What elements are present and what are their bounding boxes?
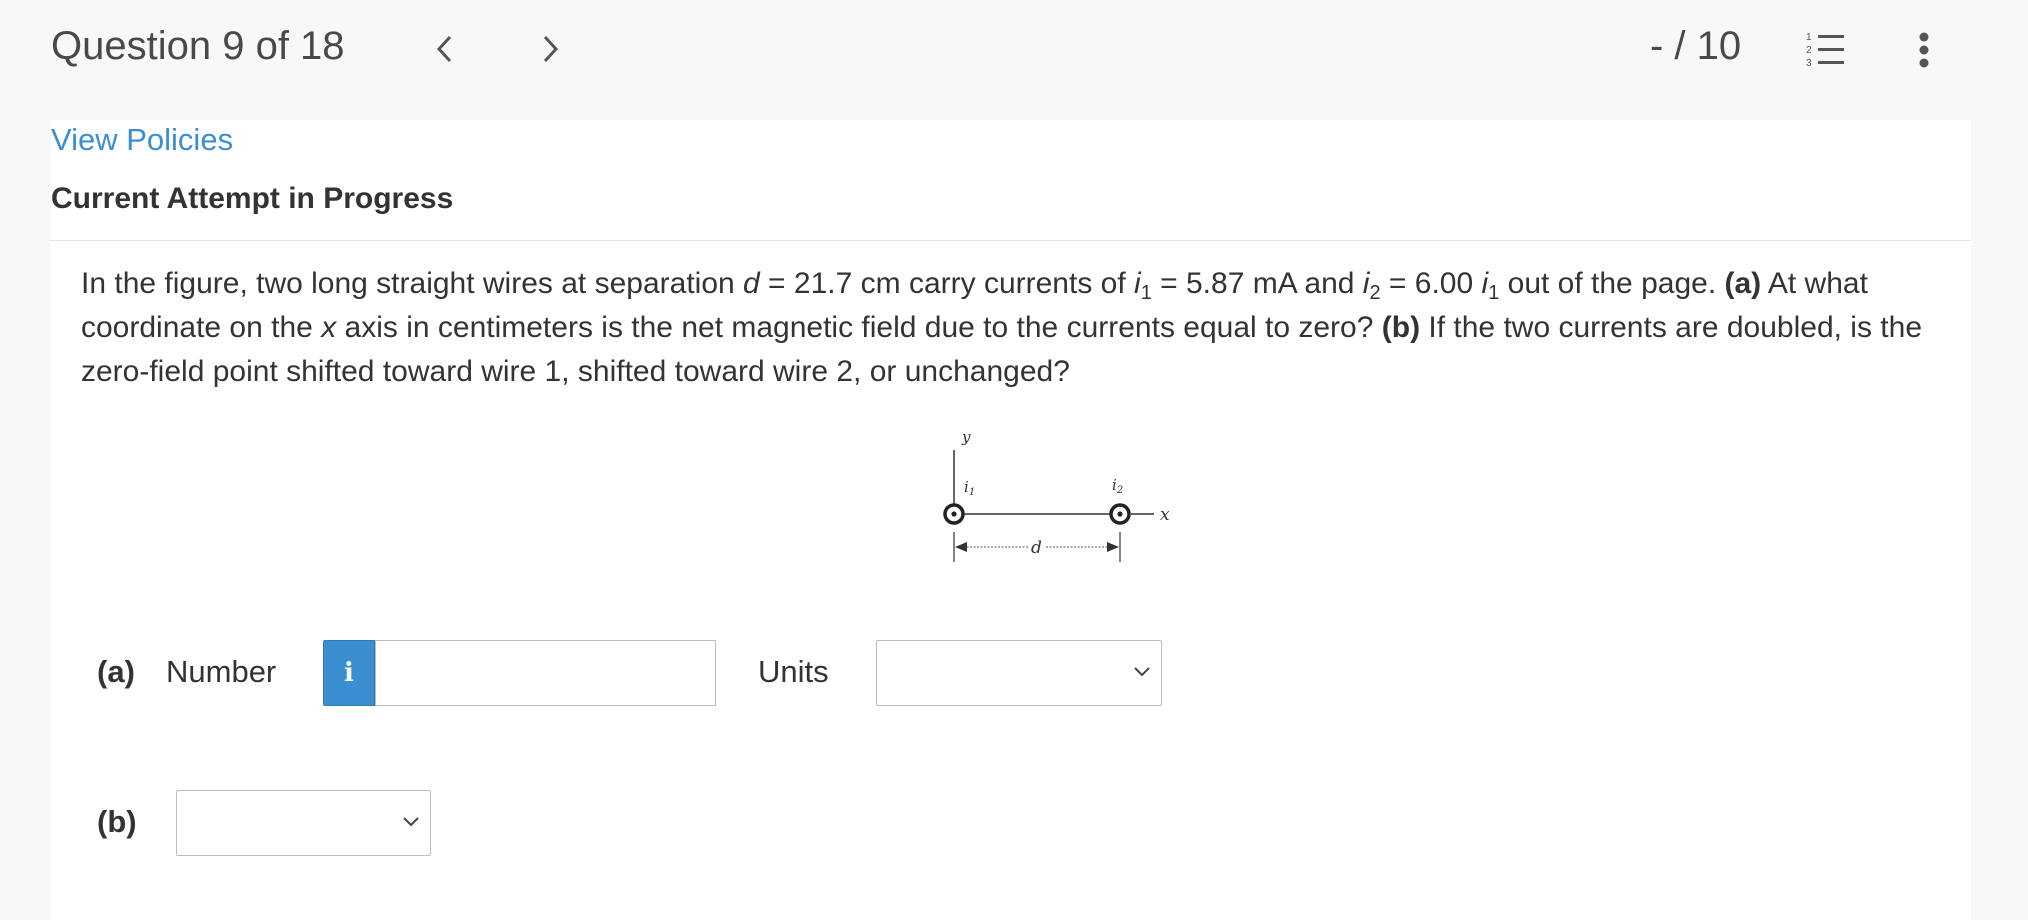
previous-question-button[interactable] [425,26,465,72]
chevron-down-icon [403,817,419,827]
number-label: Number [166,654,277,689]
units-select[interactable] [876,640,1162,706]
chevron-down-icon [1134,667,1150,677]
figure-x-label: x [1160,505,1170,525]
chevron-left-icon [436,35,452,63]
chevron-right-icon [543,35,559,63]
numbered-list-icon: 1 2 3 [1806,32,1844,69]
question-text: In the figure, two long straight wires a… [81,267,1923,388]
question-panel: View Policies Current Attempt in Progres… [51,120,1971,920]
question-counter: Question 9 of 18 [51,24,345,68]
list-icon-digit-2: 2 [1806,45,1812,56]
top-bar: Question 9 of 18 - / 10 1 2 3 [0,0,2028,120]
part-b-select[interactable] [176,790,431,856]
two-wires-figure: y x i1 i2 d [943,428,1170,562]
more-options-button[interactable] [1906,28,1942,72]
score-display: - / 10 [1650,24,1742,68]
part-a-label: (a) [97,654,135,689]
view-policies-link[interactable]: View Policies [51,122,233,158]
number-input[interactable] [375,640,716,706]
figure-i2-label: i2 [1112,476,1123,496]
figure-d-label: d [1031,538,1042,558]
next-question-button[interactable] [530,26,570,72]
units-label: Units [758,654,829,689]
figure-y-label: y [961,428,971,446]
attempt-heading: Current Attempt in Progress [51,182,454,215]
figure-i1-label: i1 [964,478,975,498]
list-icon-digit-1: 1 [1806,32,1812,43]
info-icon: i [344,658,354,688]
info-button[interactable]: i [323,640,375,706]
part-b-label: (b) [97,804,137,839]
kebab-menu-icon [1919,32,1929,68]
list-icon-digit-3: 3 [1806,58,1812,69]
divider [51,240,1971,241]
question-list-button[interactable]: 1 2 3 [1802,28,1850,72]
